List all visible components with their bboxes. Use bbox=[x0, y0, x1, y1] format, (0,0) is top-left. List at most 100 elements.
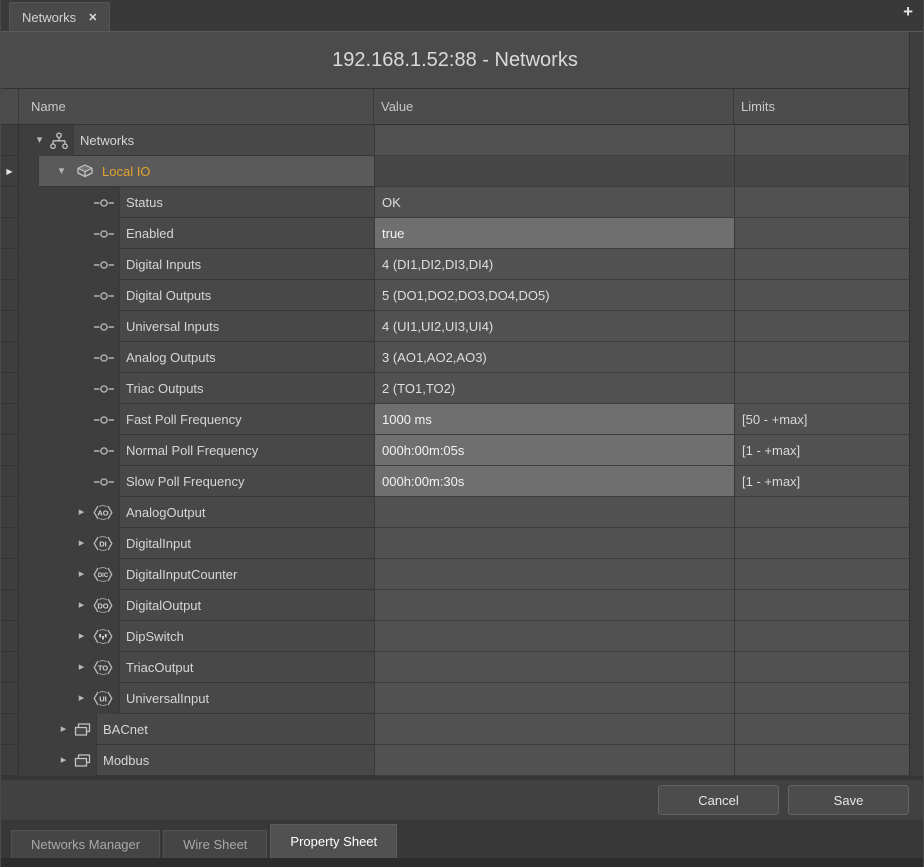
tab-property-sheet[interactable]: Property Sheet bbox=[270, 824, 397, 858]
row-gutter[interactable] bbox=[1, 621, 19, 652]
close-icon[interactable]: ✕ bbox=[88, 11, 97, 24]
tree-row-digitaloutput[interactable]: ▸ DO DigitalOutput bbox=[1, 590, 909, 621]
column-header-name[interactable]: Name bbox=[19, 89, 374, 124]
value-editor[interactable]: 000h:00m:05s bbox=[375, 435, 734, 465]
tree-row-analogoutput[interactable]: ▸ AO AnalogOutput bbox=[1, 497, 909, 528]
row-gutter[interactable] bbox=[1, 280, 19, 311]
value-editor[interactable]: 000h:00m:30s bbox=[375, 466, 734, 496]
row-label-cell[interactable]: DigitalOutput bbox=[119, 590, 374, 621]
tree-row-fast-poll-frequency[interactable]: Fast Poll Frequency 1000 ms [50 - +max] bbox=[1, 404, 909, 435]
value-cell[interactable]: 5 (DO1,DO2,DO3,DO4,DO5) bbox=[374, 280, 734, 311]
row-gutter[interactable] bbox=[1, 435, 19, 466]
tree-row-enabled[interactable]: Enabled true bbox=[1, 218, 909, 249]
value-editor[interactable]: true bbox=[375, 218, 734, 248]
row-gutter[interactable] bbox=[1, 528, 19, 559]
value-cell[interactable]: 1000 ms bbox=[374, 404, 734, 435]
chevron-right-icon[interactable]: ▸ bbox=[57, 755, 70, 766]
row-gutter[interactable] bbox=[1, 125, 19, 156]
tree-row-normal-poll-frequency[interactable]: Normal Poll Frequency 000h:00m:05s [1 - … bbox=[1, 435, 909, 466]
row-gutter[interactable] bbox=[1, 714, 19, 745]
value-cell[interactable]: 4 (UI1,UI2,UI3,UI4) bbox=[374, 311, 734, 342]
chevron-down-icon[interactable]: ▾ bbox=[55, 166, 68, 177]
value-cell[interactable]: 4 (DI1,DI2,DI3,DI4) bbox=[374, 249, 734, 280]
value-cell[interactable] bbox=[374, 156, 734, 187]
row-label-cell[interactable]: Fast Poll Frequency bbox=[119, 404, 374, 435]
value-cell[interactable]: 2 (TO1,TO2) bbox=[374, 373, 734, 404]
row-gutter[interactable] bbox=[1, 466, 19, 497]
value-cell[interactable] bbox=[374, 652, 734, 683]
row-label-cell[interactable]: ▾ Local IO bbox=[38, 156, 374, 187]
value-cell[interactable] bbox=[374, 621, 734, 652]
row-gutter[interactable] bbox=[1, 559, 19, 590]
row-label-cell[interactable]: DigitalInput bbox=[119, 528, 374, 559]
row-label-cell[interactable]: Digital Inputs bbox=[119, 249, 374, 280]
row-label-cell[interactable]: Enabled bbox=[119, 218, 374, 249]
tree-row-digital-outputs[interactable]: Digital Outputs 5 (DO1,DO2,DO3,DO4,DO5) bbox=[1, 280, 909, 311]
row-gutter[interactable] bbox=[1, 187, 19, 218]
tree-row-dipswitch[interactable]: ▸ DipSwitch bbox=[1, 621, 909, 652]
row-label-cell[interactable]: AnalogOutput bbox=[119, 497, 374, 528]
row-label-cell[interactable]: Triac Outputs bbox=[119, 373, 374, 404]
tree-row-triac-outputs[interactable]: Triac Outputs 2 (TO1,TO2) bbox=[1, 373, 909, 404]
value-cell[interactable] bbox=[374, 745, 734, 776]
row-gutter[interactable] bbox=[1, 218, 19, 249]
chevron-right-icon[interactable]: ▸ bbox=[75, 538, 88, 549]
row-label-cell[interactable]: TriacOutput bbox=[119, 652, 374, 683]
tab-wire-sheet[interactable]: Wire Sheet bbox=[163, 830, 267, 858]
row-label-cell[interactable]: Status bbox=[119, 187, 374, 218]
row-gutter[interactable] bbox=[1, 590, 19, 621]
row-gutter[interactable] bbox=[1, 342, 19, 373]
value-cell[interactable] bbox=[374, 683, 734, 714]
value-cell[interactable] bbox=[374, 590, 734, 621]
row-gutter[interactable] bbox=[1, 497, 19, 528]
row-gutter[interactable] bbox=[1, 311, 19, 342]
chevron-right-icon[interactable]: ▸ bbox=[75, 600, 88, 611]
value-cell[interactable]: OK bbox=[374, 187, 734, 218]
tree-row-universalinput[interactable]: ▸ UI UniversalInput bbox=[1, 683, 909, 714]
tree-row-status[interactable]: Status OK bbox=[1, 187, 909, 218]
value-cell[interactable]: 000h:00m:30s bbox=[374, 466, 734, 497]
row-label-cell[interactable]: Networks bbox=[73, 125, 374, 156]
row-label-cell[interactable]: Modbus bbox=[96, 745, 374, 776]
row-label-cell[interactable]: DigitalInputCounter bbox=[119, 559, 374, 590]
scrollbar-track[interactable] bbox=[909, 32, 923, 776]
tree-row-analog-outputs[interactable]: Analog Outputs 3 (AO1,AO2,AO3) bbox=[1, 342, 909, 373]
tree-row-local-io[interactable]: ▶ ▾ Local IO bbox=[1, 156, 909, 187]
chevron-down-icon[interactable]: ▾ bbox=[33, 135, 46, 146]
value-cell[interactable] bbox=[374, 125, 734, 156]
column-header-value[interactable]: Value bbox=[374, 89, 734, 124]
row-label-cell[interactable]: Digital Outputs bbox=[119, 280, 374, 311]
row-label-cell[interactable]: UniversalInput bbox=[119, 683, 374, 714]
chevron-right-icon[interactable]: ▸ bbox=[57, 724, 70, 735]
row-gutter[interactable] bbox=[1, 745, 19, 776]
new-tab-button[interactable]: + bbox=[903, 3, 913, 20]
row-label-cell[interactable]: Normal Poll Frequency bbox=[119, 435, 374, 466]
row-gutter[interactable] bbox=[1, 373, 19, 404]
tab-networks[interactable]: Networks ✕ bbox=[9, 2, 110, 31]
tree-row-digitalinputcounter[interactable]: ▸ DIC DigitalInputCounter bbox=[1, 559, 909, 590]
column-header-limits[interactable]: Limits bbox=[734, 89, 909, 124]
chevron-right-icon[interactable]: ▸ bbox=[75, 693, 88, 704]
chevron-right-icon[interactable]: ▸ bbox=[75, 631, 88, 642]
value-cell[interactable]: 3 (AO1,AO2,AO3) bbox=[374, 342, 734, 373]
cancel-button[interactable]: Cancel bbox=[658, 785, 779, 815]
tree-row-networks[interactable]: ▾ Networks bbox=[1, 125, 909, 156]
row-gutter[interactable] bbox=[1, 683, 19, 714]
chevron-right-icon[interactable]: ▸ bbox=[75, 662, 88, 673]
row-label-cell[interactable]: BACnet bbox=[96, 714, 374, 745]
value-cell[interactable] bbox=[374, 528, 734, 559]
chevron-right-icon[interactable]: ▸ bbox=[75, 569, 88, 580]
tree-row-bacnet[interactable]: ▸ BACnet bbox=[1, 714, 909, 745]
row-label-cell[interactable]: Analog Outputs bbox=[119, 342, 374, 373]
tree-row-modbus[interactable]: ▸ Modbus bbox=[1, 745, 909, 776]
save-button[interactable]: Save bbox=[788, 785, 909, 815]
value-cell[interactable]: true bbox=[374, 218, 734, 249]
tab-networks-manager[interactable]: Networks Manager bbox=[11, 830, 160, 858]
value-editor[interactable]: 1000 ms bbox=[375, 404, 734, 434]
tree-row-triacoutput[interactable]: ▸ TO TriacOutput bbox=[1, 652, 909, 683]
tree-row-universal-inputs[interactable]: Universal Inputs 4 (UI1,UI2,UI3,UI4) bbox=[1, 311, 909, 342]
row-label-cell[interactable]: DipSwitch bbox=[119, 621, 374, 652]
value-cell[interactable] bbox=[374, 714, 734, 745]
value-cell[interactable] bbox=[374, 559, 734, 590]
chevron-right-icon[interactable]: ▸ bbox=[75, 507, 88, 518]
